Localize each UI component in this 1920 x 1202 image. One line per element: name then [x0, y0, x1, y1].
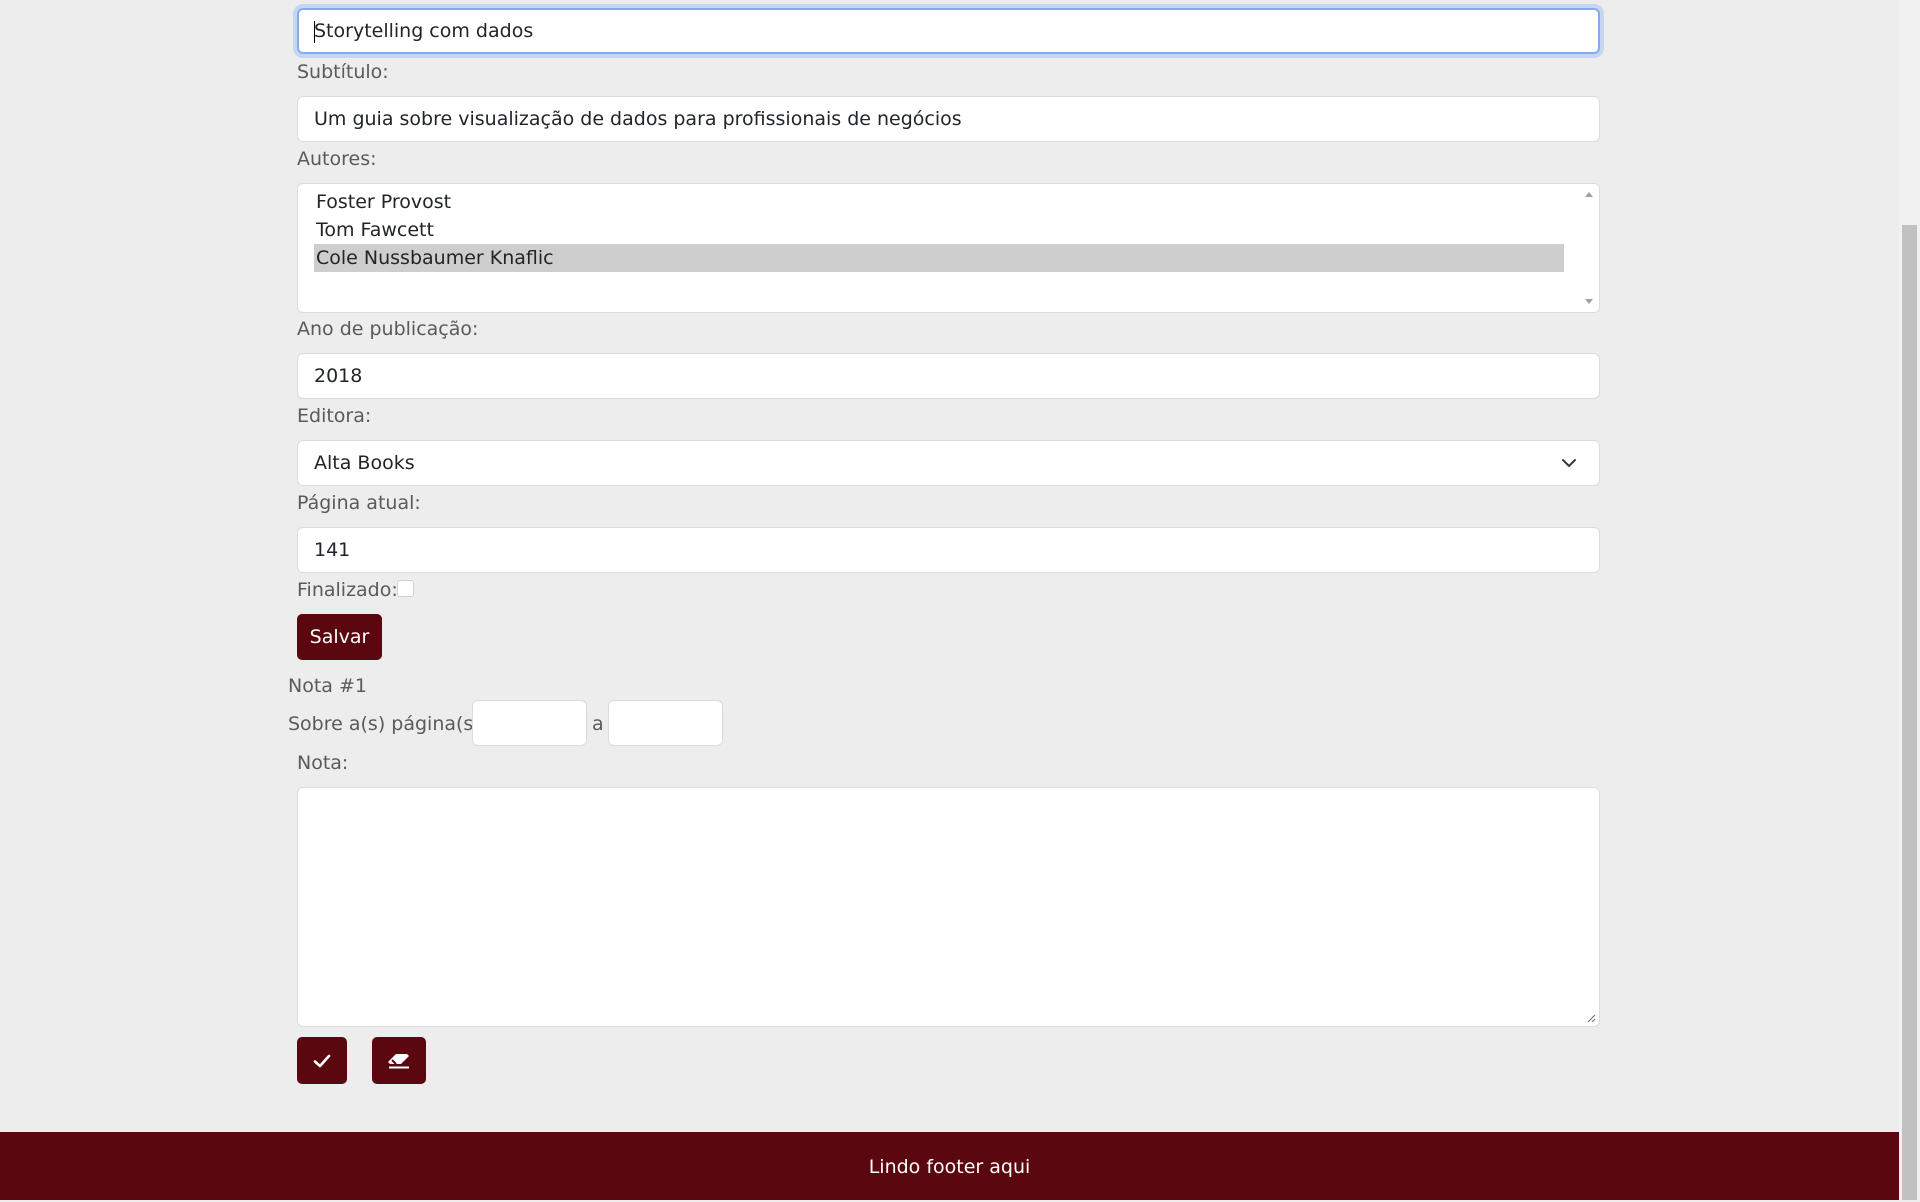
note-heading: Nota #1 [288, 675, 367, 697]
footer: Lindo footer aqui [0, 1132, 1899, 1200]
page-scrollbar[interactable] [1899, 0, 1920, 1200]
publisher-select-value: Alta Books [314, 452, 415, 474]
clear-note-button[interactable] [372, 1037, 426, 1084]
publisher-select[interactable]: Alta Books [297, 440, 1600, 486]
subtitle-input[interactable]: Um guia sobre visualização de dados para… [297, 96, 1600, 142]
page-to-input[interactable] [608, 700, 723, 746]
year-label: Ano de publicação: [297, 318, 479, 340]
pages-label: Sobre a(s) página(s): [288, 713, 488, 735]
note-label: Nota: [297, 752, 349, 774]
finished-checkbox[interactable] [397, 580, 414, 597]
chevron-down-icon [1562, 459, 1576, 467]
year-input[interactable]: 2018 [297, 353, 1600, 399]
eraser-icon [388, 1054, 409, 1069]
save-button[interactable]: Salvar [297, 614, 382, 660]
current-page-input[interactable]: 141 [297, 527, 1600, 573]
author-option[interactable]: Tom Fawcett [314, 216, 1564, 244]
authors-listbox[interactable]: Foster Provost Tom Fawcett Cole Nussbaum… [297, 183, 1600, 313]
subtitle-label: Subtítulo: [297, 61, 389, 83]
footer-text: Lindo footer aqui [868, 1156, 1031, 1178]
page-from-input[interactable] [472, 700, 587, 746]
current-page-label: Página atual: [297, 492, 421, 514]
confirm-note-button[interactable] [297, 1037, 347, 1084]
year-input-value: 2018 [314, 365, 363, 387]
author-option[interactable]: Foster Provost [314, 188, 1564, 216]
publisher-label: Editora: [297, 405, 372, 427]
finished-label: Finalizado: [297, 579, 398, 601]
authors-listbox-scrollbar[interactable] [1579, 184, 1599, 312]
authors-label: Autores: [297, 148, 377, 170]
pages-separator: a [592, 713, 604, 735]
title-input[interactable]: Storytelling com dados [297, 8, 1600, 54]
scroll-up-arrow-icon[interactable] [1585, 192, 1593, 197]
check-icon [313, 1054, 331, 1068]
title-input-value: Storytelling com dados [314, 20, 534, 42]
current-page-input-value: 141 [314, 539, 351, 561]
note-textarea[interactable] [297, 787, 1600, 1027]
page-scrollbar-thumb[interactable] [1902, 225, 1917, 1200]
scroll-down-arrow-icon[interactable] [1585, 299, 1593, 304]
author-option-selected[interactable]: Cole Nussbaumer Knaflic [314, 244, 1564, 272]
resize-handle-icon[interactable] [1586, 1013, 1596, 1023]
subtitle-input-value: Um guia sobre visualização de dados para… [314, 108, 962, 130]
page: Storytelling com dados Subtítulo: Um gui… [0, 0, 1899, 1200]
